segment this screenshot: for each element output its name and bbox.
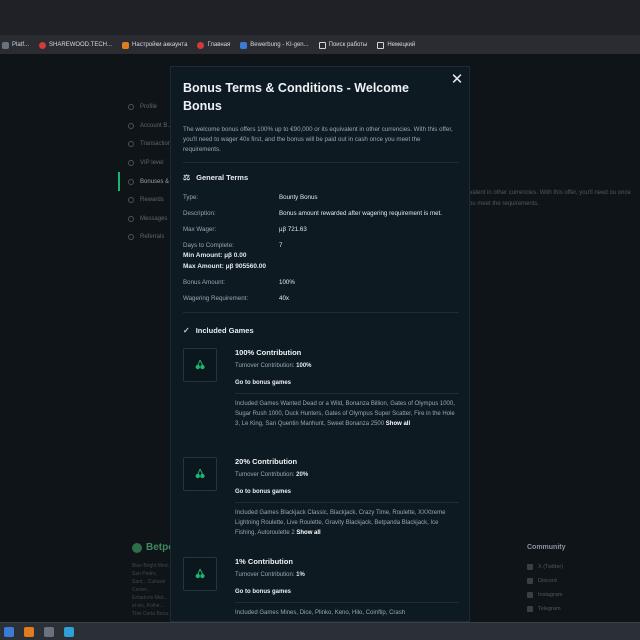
footer-address: Blue Bright Med... San Pedro, Sant... Cu… [132,563,173,617]
divider [235,393,459,394]
bookmark-item[interactable]: Настройки аккаунта [122,41,187,49]
community-link-telegram[interactable]: Telegram [527,602,563,616]
bookmark-icon [122,41,130,49]
taskbar-app-icon[interactable] [64,626,74,637]
close-button[interactable]: ✕ [449,72,465,88]
game-group-title: 100% Contribution [235,348,302,357]
sidebar-item-rewards[interactable]: Rewards [118,191,178,210]
account-icon [128,122,134,129]
game-group-title: 20% Contribution [235,457,298,466]
bonus-terms-modal: Bonus Terms & Conditions - Welcome Bonus… [170,66,470,622]
close-icon: ✕ [450,71,464,88]
turnover-contribution: Turnover Contribution: 1% [235,572,305,578]
min-amount: Min Amount: µβ 0.00 [183,252,247,259]
cherry-icon [195,468,205,479]
taskbar-app-icon[interactable] [44,626,54,637]
bookmark-icon [197,41,205,49]
vip-icon [128,160,134,167]
taskbar-app-icon[interactable] [24,626,34,637]
bookmark-icon [2,41,9,49]
modal-title: Bonus Terms & Conditions - Welcome Bonus [183,81,409,113]
game-group-icon [183,457,217,491]
bookmark-icon [39,41,47,49]
account-sidebar: Profile Account B... Transaction VIP lev… [118,98,178,247]
sidebar-item-vip[interactable]: VIP level [118,154,178,173]
sidebar-item-transactions[interactable]: Transaction [118,135,178,154]
cherry-icon [195,359,205,370]
profile-icon [128,104,134,111]
brand-logo-icon [132,542,142,553]
community-link-instagram[interactable]: Instagram [527,588,563,602]
included-games-list: Included Games Mines, Dice, Plinko, Keno… [235,610,406,616]
folder-icon [377,41,385,49]
sidebar-item-profile[interactable]: Profile [118,98,178,117]
divider [183,162,459,163]
discord-icon [527,578,533,584]
divider [235,502,459,503]
bookmark-item[interactable]: Bewerbung - KI-gen... [240,41,309,49]
community-link-x[interactable]: X (Twitter) [527,560,563,574]
sidebar-item-messages[interactable]: Messages [118,210,178,229]
browser-top-bar [0,0,640,36]
bonus-intro: The welcome bonus offers 100% up to €90,… [183,126,453,154]
divider [183,312,459,313]
background-bonus-text: Itvalent in other currencies. With this … [466,190,631,207]
bookmark-folder[interactable]: Немецкий [377,41,415,49]
included-games-list: Included Games Wanted Dead or a Wild, Bo… [235,401,455,427]
rewards-icon [128,197,134,204]
instagram-icon [527,592,533,598]
go-to-bonus-games-link[interactable]: Go to bonus games [235,589,291,595]
sidebar-item-referrals[interactable]: Referrals [118,228,178,247]
os-taskbar [0,622,640,640]
turnover-contribution: Turnover Contribution: 100% [235,363,312,369]
gavel-icon: ⚖ [183,173,191,182]
show-all-link[interactable]: Show all [386,421,410,427]
included-games-list: Included Games Blackjack Classic, Blackj… [235,510,446,536]
turnover-contribution: Turnover Contribution: 20% [235,472,309,478]
bookmarks-bar: Platf... SHAREWOOD.TECH... Настройки акк… [0,36,640,54]
general-terms-heading: ⚖ General Terms [183,173,249,182]
x-icon [527,564,533,570]
taskbar-app-icon[interactable] [4,626,14,637]
sidebar-item-bonuses[interactable]: Bonuses & [118,172,178,191]
divider [235,602,459,603]
community-links: X (Twitter) Discord Instagram Telegram [527,560,563,616]
go-to-bonus-games-link[interactable]: Go to bonus games [235,380,291,386]
bonus-icon [128,178,134,185]
bookmark-item[interactable]: Главная [197,41,230,49]
bookmark-item[interactable]: SHAREWOOD.TECH... [39,41,112,49]
game-group-icon [183,557,217,591]
community-link-discord[interactable]: Discord [527,574,563,588]
community-heading: Community [527,544,566,551]
bookmark-icon [240,41,248,49]
folder-icon [318,41,326,49]
show-all-link[interactable]: Show all [296,530,320,536]
telegram-icon [527,606,533,612]
bookmark-folder[interactable]: Поиск работы [318,41,367,49]
go-to-bonus-games-link[interactable]: Go to bonus games [235,489,291,495]
referrals-icon [128,234,134,241]
sidebar-item-account[interactable]: Account B... [118,117,178,136]
included-games-heading: ✓ Included Games [183,326,254,335]
game-group-title: 1% Contribution [235,557,293,566]
bookmark-item[interactable]: Platf... [2,41,29,49]
game-group-icon [183,348,217,382]
max-amount: Max Amount: µβ 905560.00 [183,263,266,270]
messages-icon [128,215,134,222]
footer-brand: Betpo [132,542,174,553]
transactions-icon [128,141,134,148]
check-icon: ✓ [183,326,190,335]
cherry-icon [195,568,205,579]
